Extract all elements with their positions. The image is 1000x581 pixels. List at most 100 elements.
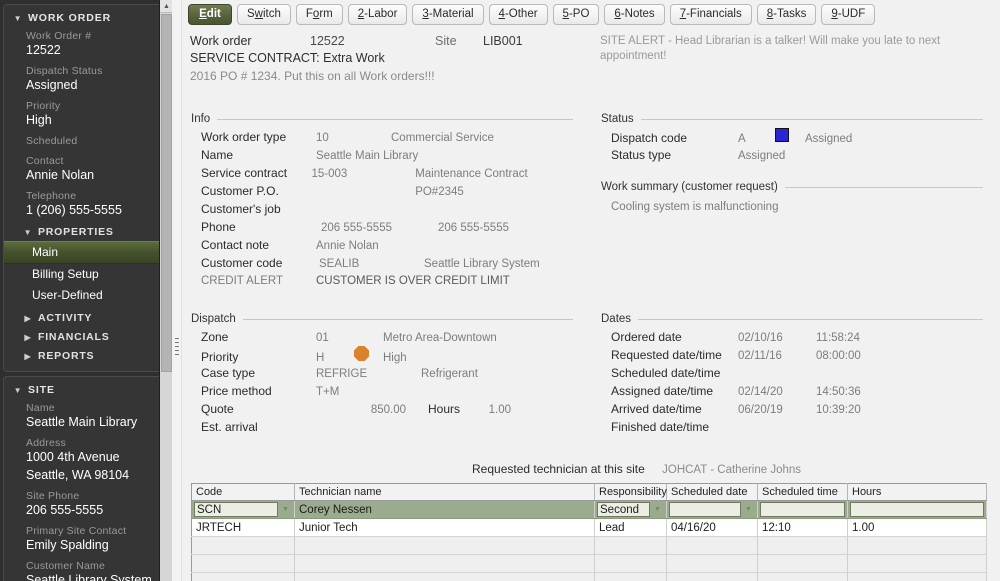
- hours-input[interactable]: [850, 502, 984, 517]
- status-row-dispatch-code: Dispatch code A Assigned: [601, 128, 983, 146]
- divider: [640, 118, 983, 120]
- cell-technician-name[interactable]: Junior Tech: [294, 518, 595, 537]
- status-row-status-type: Status type Assigned: [601, 146, 983, 164]
- chevron-down-icon[interactable]: ▼: [279, 503, 292, 516]
- code-combobox[interactable]: SCN ▼: [194, 502, 292, 517]
- cell-scheduled-time[interactable]: [757, 500, 848, 519]
- table-row[interactable]: [191, 536, 987, 555]
- sidebar-section-site[interactable]: ▼ SITE: [4, 381, 168, 399]
- sidebar-subsection-properties-header[interactable]: ▼ PROPERTIES: [4, 222, 168, 241]
- cell-code[interactable]: [191, 554, 295, 573]
- tab-label: 3-Material: [422, 8, 474, 20]
- cell-hours[interactable]: [847, 572, 987, 581]
- cell-hours[interactable]: 1.00: [847, 518, 987, 537]
- tab-edit[interactable]: Edit: [188, 3, 232, 25]
- tab-form[interactable]: Form: [295, 3, 343, 25]
- scheduled-date-combobox[interactable]: ▼: [669, 502, 755, 517]
- row-value: 01: [316, 332, 329, 344]
- sidebar-subsection-reports[interactable]: ▶ REPORTS: [4, 346, 168, 365]
- cell-technician-name[interactable]: [294, 536, 595, 555]
- cell-scheduled-date[interactable]: [666, 572, 758, 581]
- field-label: Telephone: [26, 190, 77, 202]
- cell-responsibility[interactable]: [594, 536, 667, 555]
- column-header-technician-name[interactable]: Technician name: [294, 483, 595, 501]
- cell-responsibility[interactable]: Lead: [594, 518, 667, 537]
- cell-code[interactable]: [191, 572, 295, 581]
- main-content: Edit Switch Form 2-Labor 3-Material 4-Ot…: [182, 0, 1000, 581]
- row-label: Zone: [201, 330, 229, 344]
- table-row[interactable]: JRTECH Junior Tech Lead 04/16/20 12:10 1…: [191, 518, 987, 537]
- scroll-up-arrow-icon[interactable]: ▲: [160, 0, 172, 13]
- sidebar-subsection-financials[interactable]: ▶ FINANCIALS: [4, 327, 168, 346]
- cell-hours[interactable]: [847, 536, 987, 555]
- cell-scheduled-time[interactable]: 12:10: [757, 518, 848, 537]
- cell-hours[interactable]: [847, 554, 987, 573]
- tab-tasks[interactable]: 8-Tasks: [756, 3, 817, 25]
- row-time: 11:58:24: [816, 332, 860, 344]
- cell-hours[interactable]: [847, 500, 987, 519]
- sidebar-field-scheduled: Scheduled: [4, 132, 168, 152]
- cell-technician-name[interactable]: [294, 554, 595, 573]
- column-header-responsibility[interactable]: Responsibility: [594, 483, 667, 501]
- responsibility-input[interactable]: Second: [597, 502, 650, 517]
- cell-scheduled-date[interactable]: ▼: [666, 500, 758, 519]
- tab-other[interactable]: 4-Other: [488, 3, 548, 25]
- dispatch-row-price-method: Price method T+M: [191, 382, 573, 400]
- chevron-down-icon[interactable]: ▼: [651, 503, 664, 516]
- dispatch-group-title: Dispatch: [191, 313, 573, 325]
- tab-switch[interactable]: Switch: [237, 3, 291, 25]
- cell-code[interactable]: [191, 536, 295, 555]
- column-header-scheduled-date[interactable]: Scheduled date: [666, 483, 758, 501]
- tab-financials[interactable]: 7-Financials: [669, 3, 752, 25]
- cell-code[interactable]: JRTECH: [191, 518, 295, 537]
- cell-scheduled-date[interactable]: [666, 554, 758, 573]
- tab-po[interactable]: 5-PO: [552, 3, 600, 25]
- sidebar-subsection-activity[interactable]: ▶ ACTIVITY: [4, 308, 168, 327]
- cell-technician-name[interactable]: Corey Nessen: [294, 500, 595, 519]
- table-row[interactable]: [191, 572, 987, 581]
- cell-scheduled-date[interactable]: 04/16/20: [666, 518, 758, 537]
- sidebar-item-billing-setup[interactable]: Billing Setup: [4, 264, 168, 285]
- row-value: Annie Nolan: [316, 240, 379, 252]
- sidebar-scrollbar[interactable]: ▲: [159, 0, 172, 581]
- row-value: T+M: [316, 386, 340, 398]
- sidebar-section-work-order[interactable]: ▼ WORK ORDER: [4, 9, 168, 27]
- cell-responsibility[interactable]: [594, 572, 667, 581]
- cell-scheduled-time[interactable]: [757, 572, 848, 581]
- column-header-code[interactable]: Code: [191, 483, 295, 501]
- work-summary-title: Work summary (customer request): [601, 181, 983, 193]
- tab-notes[interactable]: 6-Notes: [604, 3, 665, 25]
- responsibility-combobox[interactable]: Second ▼: [597, 502, 664, 517]
- cell-scheduled-time[interactable]: [757, 536, 848, 555]
- cell-responsibility[interactable]: [594, 554, 667, 573]
- cell-scheduled-time[interactable]: [757, 554, 848, 573]
- table-row[interactable]: SCN ▼ Corey Nessen Second ▼ ▼: [191, 500, 987, 519]
- sidebar-item-user-defined[interactable]: User-Defined: [4, 285, 168, 306]
- scheduled-date-input[interactable]: [669, 502, 741, 517]
- tab-udf[interactable]: 9-UDF: [821, 3, 876, 25]
- requested-technician-value: JOHCAT - Catherine Johns: [662, 464, 802, 476]
- scrollbar-thumb[interactable]: [161, 14, 172, 372]
- tab-label: 9-UDF: [831, 8, 866, 20]
- cell-technician-name[interactable]: [294, 572, 595, 581]
- column-header-hours[interactable]: Hours: [847, 483, 987, 501]
- dispatch-code-color-swatch: [775, 128, 789, 142]
- cell-code[interactable]: SCN ▼: [191, 500, 295, 519]
- cell-responsibility[interactable]: Second ▼: [594, 500, 667, 519]
- sidebar-panel-work-order: ▼ WORK ORDER Work Order # 12522 Dispatch…: [3, 4, 169, 372]
- tab-labor[interactable]: 2-Labor: [347, 3, 408, 25]
- sidebar-item-main[interactable]: Main: [4, 241, 168, 264]
- cell-scheduled-date[interactable]: [666, 536, 758, 555]
- scheduled-time-input[interactable]: [760, 502, 845, 517]
- column-header-scheduled-time[interactable]: Scheduled time: [757, 483, 848, 501]
- table-row[interactable]: [191, 554, 987, 573]
- sidebar-field-work-order-number: Work Order # 12522: [4, 27, 168, 62]
- field-label: Site Phone: [26, 490, 80, 502]
- panel-splitter[interactable]: [172, 0, 182, 581]
- row-label: Price method: [201, 384, 272, 398]
- field-label: Dispatch Status: [26, 65, 103, 77]
- code-input[interactable]: SCN: [194, 502, 278, 517]
- row-label: Scheduled date/time: [611, 366, 721, 380]
- tab-material[interactable]: 3-Material: [412, 3, 484, 25]
- calendar-dropdown-icon[interactable]: ▼: [742, 503, 755, 516]
